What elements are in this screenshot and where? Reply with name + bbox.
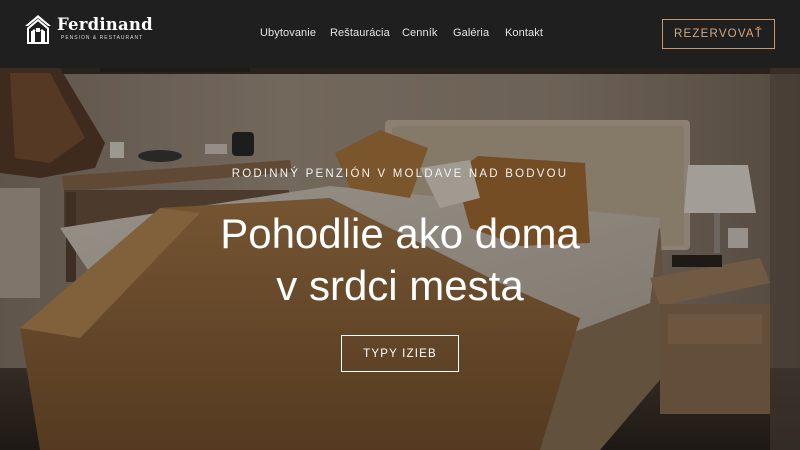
nav-galeria[interactable]: Galéria <box>453 27 489 39</box>
site-header: Ferdinand PENSION & RESTAURANT Ubytovani… <box>0 0 800 68</box>
hero-title-line2: v srdci mesta <box>276 262 524 309</box>
hero-kicker: RODINNÝ PENZIÓN V MOLDAVE NAD BODVOU <box>231 168 569 180</box>
reserve-button[interactable]: REZERVOVAŤ <box>662 19 775 49</box>
nav-ubytovanie[interactable]: Ubytovanie <box>260 27 316 39</box>
nav-kontakt[interactable]: Kontakt <box>505 27 543 39</box>
nav-restauracia[interactable]: Reštaurácia <box>330 27 390 39</box>
nav-cennik[interactable]: Cenník <box>402 27 437 39</box>
hero-section: RODINNÝ PENZIÓN V MOLDAVE NAD BODVOU Poh… <box>0 68 800 450</box>
hero-title-line1: Pohodlie ako doma <box>220 210 580 257</box>
hero-title: Pohodlie ako doma v srdci mesta <box>0 208 800 312</box>
room-types-button[interactable]: TYPY IZIEB <box>341 335 459 372</box>
